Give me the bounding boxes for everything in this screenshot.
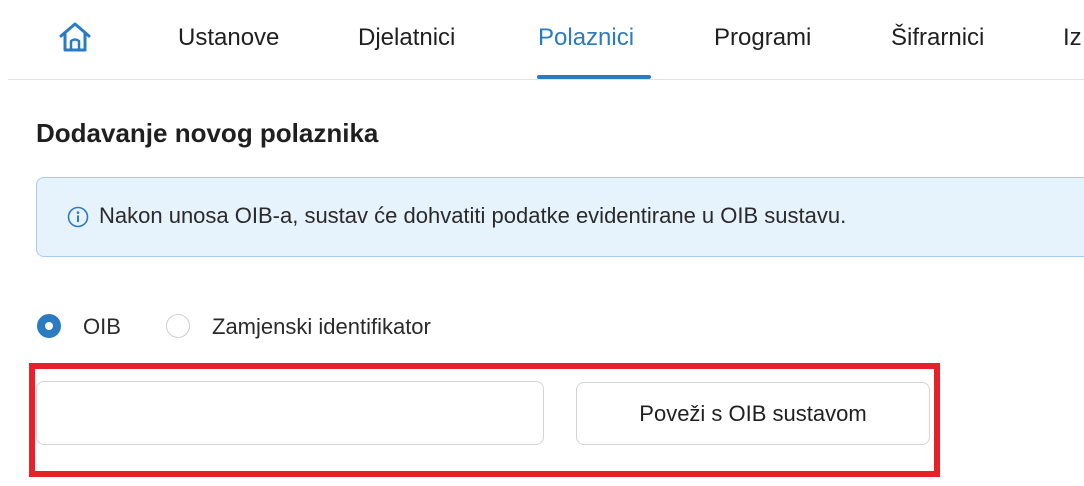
radio-zamjenski-identifikator[interactable]: Zamjenski identifikator (166, 314, 506, 342)
page: Ustanove Djelatnici Polaznici Programi Š… (0, 0, 1084, 486)
nav-item-djelatnici[interactable]: Djelatnici (358, 24, 455, 52)
info-icon (67, 206, 89, 228)
radio-oib-label: OIB (83, 314, 121, 339)
connect-oib-system-button[interactable]: Poveži s OIB sustavom (576, 382, 930, 445)
nav-item-sifrarnici[interactable]: Šifrarnici (891, 24, 984, 52)
nav-item-programi[interactable]: Programi (714, 24, 811, 52)
info-alert-text: Nakon unosa OIB-a, sustav će dohvatiti p… (99, 203, 847, 228)
radio-oib[interactable]: OIB (37, 314, 147, 342)
nav-item-overflow[interactable]: Iz (1063, 24, 1082, 52)
info-alert: Nakon unosa OIB-a, sustav će dohvatiti p… (36, 177, 1084, 257)
radio-oib-indicator[interactable] (37, 314, 61, 338)
top-navigation: Ustanove Djelatnici Polaznici Programi Š… (0, 0, 1084, 80)
nav-divider (8, 79, 1084, 80)
nav-item-ustanove[interactable]: Ustanove (178, 24, 279, 52)
nav-item-polaznici[interactable]: Polaznici (538, 24, 634, 52)
page-title: Dodavanje novog polaznika (36, 118, 379, 148)
home-icon[interactable] (57, 19, 93, 55)
radio-zamjenski-identifikator-indicator[interactable] (166, 314, 190, 338)
radio-zamjenski-identifikator-label: Zamjenski identifikator (212, 314, 431, 339)
oib-input[interactable] (36, 381, 544, 445)
